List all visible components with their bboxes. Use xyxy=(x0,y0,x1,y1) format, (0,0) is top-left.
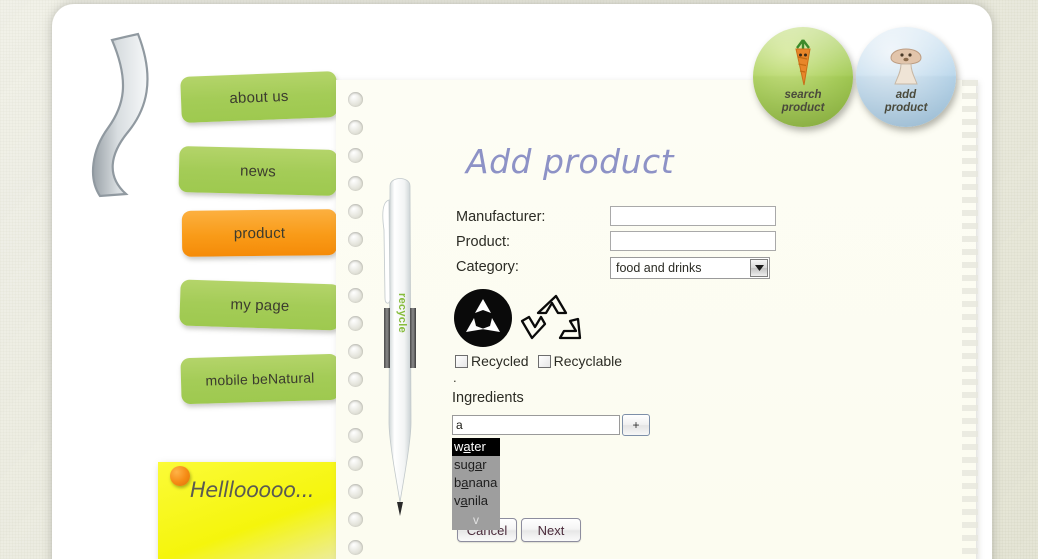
carrot-icon xyxy=(753,36,853,93)
paper-hole xyxy=(348,484,363,499)
manufacturer-input[interactable] xyxy=(610,206,776,226)
recycled-label: Recycled xyxy=(471,353,529,369)
autocomplete-post: ter xyxy=(470,439,486,454)
search-product-button[interactable]: search product xyxy=(753,27,853,127)
add-ingredient-button[interactable]: + xyxy=(622,414,650,436)
paper-hole xyxy=(348,400,363,415)
nav-item-news[interactable]: news xyxy=(178,146,338,196)
pushpin-icon xyxy=(170,466,190,486)
add-product-label: add product xyxy=(856,89,956,114)
paper-hole xyxy=(348,148,363,163)
recycled-checkbox-group[interactable]: Recycled xyxy=(455,353,529,369)
search-product-line2: product xyxy=(781,101,825,114)
recyclable-checkbox-group[interactable]: Recyclable xyxy=(537,353,623,369)
paper-hole xyxy=(348,456,363,471)
autocomplete-item[interactable]: water xyxy=(452,438,500,456)
manufacturer-label: Manufacturer: xyxy=(456,209,546,225)
sticky-note: Helllooooo... xyxy=(158,462,336,559)
autocomplete-item[interactable]: sugar xyxy=(452,456,500,474)
search-product-label: search product xyxy=(753,89,853,114)
mushroom-icon xyxy=(856,36,956,93)
paper-hole xyxy=(348,92,363,107)
autocomplete-post: nana xyxy=(468,475,498,490)
search-product-line1: search xyxy=(784,89,822,101)
paper-hole xyxy=(348,204,363,219)
page-title: Add product xyxy=(466,142,675,181)
nav-item-label: my page xyxy=(230,295,290,315)
autocomplete-post: nila xyxy=(467,493,488,508)
ingredient-input[interactable] xyxy=(452,415,620,435)
recycle-checkbox-row: Recycled Recyclable xyxy=(455,353,622,369)
autocomplete-match: a xyxy=(463,439,471,454)
paper-hole xyxy=(348,120,363,135)
nav-item-label: mobile beNatural xyxy=(205,369,315,389)
ingredients-label: Ingredients xyxy=(452,390,524,406)
autocomplete-scroll-down-icon[interactable]: v xyxy=(452,510,500,530)
autocomplete-item[interactable]: vanila xyxy=(452,492,500,510)
paper-hole xyxy=(348,260,363,275)
product-label: Product: xyxy=(456,234,510,250)
paper-hole xyxy=(348,344,363,359)
next-button[interactable]: Next xyxy=(521,518,581,542)
add-product-line1: add xyxy=(895,89,917,101)
nav-item-about-us[interactable]: about us xyxy=(180,71,338,123)
paper-hole xyxy=(348,540,363,555)
product-input[interactable] xyxy=(610,231,776,251)
category-select[interactable]: food and drinks xyxy=(610,257,770,279)
swoosh-decoration-icon xyxy=(82,28,154,200)
recyclable-label: Recyclable xyxy=(553,353,623,369)
autocomplete-pre: sug xyxy=(454,457,475,472)
chevron-down-icon[interactable] xyxy=(750,259,768,277)
paper-torn-edge xyxy=(962,80,978,559)
paper-hole xyxy=(348,232,363,247)
autocomplete-item[interactable]: banana xyxy=(452,474,500,492)
recycle-symbols xyxy=(452,288,592,350)
paper-binding-holes xyxy=(344,92,370,559)
recycled-checkbox[interactable] xyxy=(455,354,468,368)
nav-item-label: product xyxy=(233,224,286,242)
dot-marker: . xyxy=(453,370,457,385)
paper-hole xyxy=(348,288,363,303)
add-product-button[interactable]: add product xyxy=(856,27,956,127)
pen-recycle-logo-label: recycle xyxy=(396,293,408,334)
paper-hole xyxy=(348,512,363,527)
sticky-note-text: Helllooooo... xyxy=(190,478,314,502)
nav-item-mobile-benatural[interactable]: mobile beNatural xyxy=(180,353,340,405)
paper-hole xyxy=(348,316,363,331)
ingredient-autocomplete-list[interactable]: water sugar banana vanila v xyxy=(452,438,500,530)
category-label: Category: xyxy=(456,259,519,275)
paper-hole xyxy=(348,176,363,191)
nav-item-product[interactable]: product xyxy=(181,209,338,257)
add-product-line2: product xyxy=(884,101,928,114)
recyclable-checkbox[interactable] xyxy=(537,354,551,368)
autocomplete-post: r xyxy=(482,457,487,472)
autocomplete-pre: w xyxy=(454,439,464,454)
pen-illustration: recycle xyxy=(380,172,422,517)
nav-item-label: news xyxy=(239,162,277,180)
paper-hole xyxy=(348,372,363,387)
paper-hole xyxy=(348,428,363,443)
category-select-value: food and drinks xyxy=(616,261,702,275)
nav-item-label: about us xyxy=(229,87,289,107)
autocomplete-match: a xyxy=(460,493,468,508)
nav-item-my-page[interactable]: my page xyxy=(179,279,341,331)
